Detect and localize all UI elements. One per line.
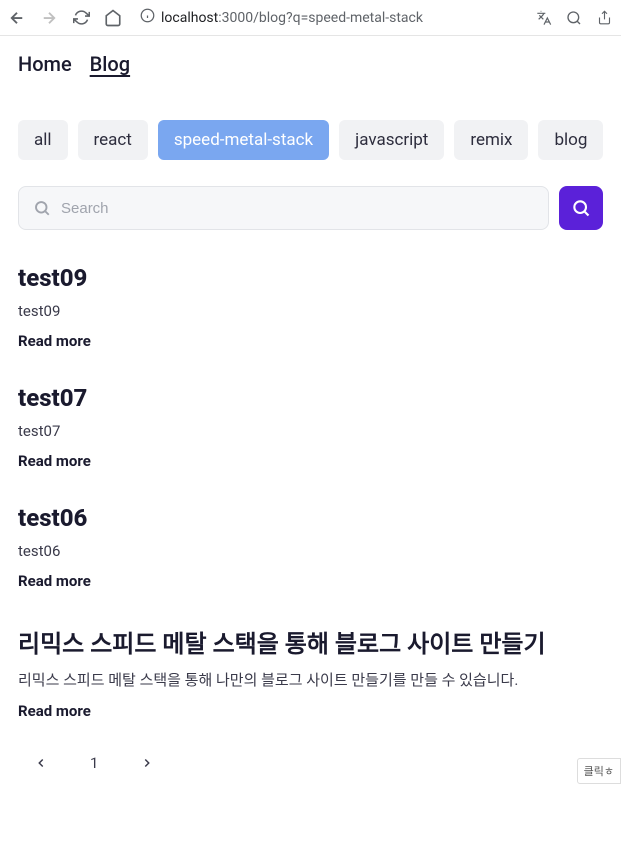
search-row xyxy=(18,186,603,230)
header-nav: Home Blog xyxy=(18,52,603,76)
search-icon xyxy=(33,199,51,217)
tag-speed-metal-stack[interactable]: speed-metal-stack xyxy=(158,120,329,160)
share-icon[interactable] xyxy=(595,9,613,27)
toolbar-right-icons xyxy=(535,9,613,27)
back-button[interactable] xyxy=(8,9,26,27)
page-content: Home Blog allreactspeed-metal-stackjavas… xyxy=(0,36,621,788)
post-title[interactable]: 리믹스 스피드 메탈 스택을 통해 블로그 사이트 만들기 xyxy=(18,624,603,659)
tag-react[interactable]: react xyxy=(78,120,148,160)
read-more-link[interactable]: Read more xyxy=(18,452,603,470)
posts-list: test09 test09 Read more test07 test07 Read mo… xyxy=(18,264,603,720)
reload-button[interactable] xyxy=(72,9,90,27)
post-item: test09 test09 Read more xyxy=(18,264,603,350)
site-info-icon[interactable] xyxy=(140,8,155,27)
search-icon xyxy=(571,198,591,218)
page-number: 1 xyxy=(90,754,98,772)
post-excerpt: test07 xyxy=(18,422,603,440)
forward-button[interactable] xyxy=(40,9,58,27)
post-excerpt: test06 xyxy=(18,542,603,560)
tag-all[interactable]: all xyxy=(18,120,68,160)
post-item: 리믹스 스피드 메탈 스택을 통해 블로그 사이트 만들기리믹스 스피드 메탈 … xyxy=(18,624,603,720)
tag-blog[interactable]: blog xyxy=(538,120,603,160)
post-excerpt: test09 xyxy=(18,302,603,320)
nav-link-blog[interactable]: Blog xyxy=(90,52,130,76)
pagination: 1 xyxy=(18,754,603,772)
post-item: test07 test07 Read more xyxy=(18,384,603,470)
read-more-link[interactable]: Read more xyxy=(18,332,603,350)
url-bar[interactable]: localhost:3000/blog?q=speed-metal-stack xyxy=(134,8,523,27)
tag-list: allreactspeed-metal-stackjavascriptremix… xyxy=(18,120,603,160)
search-button[interactable] xyxy=(559,186,603,230)
post-title[interactable]: test09 xyxy=(18,264,603,292)
nav-link-home[interactable]: Home xyxy=(18,52,72,76)
search-input[interactable] xyxy=(61,200,534,217)
translate-icon[interactable] xyxy=(535,9,553,27)
nav-icons xyxy=(8,9,122,27)
search-box[interactable] xyxy=(18,186,549,230)
post-item: test06 test06 Read more xyxy=(18,504,603,590)
post-title[interactable]: test06 xyxy=(18,504,603,532)
floating-badge[interactable]: 클릭ㅎ xyxy=(577,758,621,784)
next-page-button[interactable] xyxy=(138,754,156,772)
read-more-link[interactable]: Read more xyxy=(18,702,603,720)
tag-javascript[interactable]: javascript xyxy=(339,120,444,160)
home-button[interactable] xyxy=(104,9,122,27)
zoom-icon[interactable] xyxy=(565,9,583,27)
post-excerpt: 리믹스 스피드 메탈 스택을 통해 나만의 블로그 사이트 만들기를 만들 수 … xyxy=(18,669,603,690)
prev-page-button[interactable] xyxy=(32,754,50,772)
url-text: localhost:3000/blog?q=speed-metal-stack xyxy=(161,10,423,26)
browser-toolbar: localhost:3000/blog?q=speed-metal-stack xyxy=(0,0,621,36)
read-more-link[interactable]: Read more xyxy=(18,572,603,590)
post-title[interactable]: test07 xyxy=(18,384,603,412)
tag-remix[interactable]: remix xyxy=(454,120,528,160)
